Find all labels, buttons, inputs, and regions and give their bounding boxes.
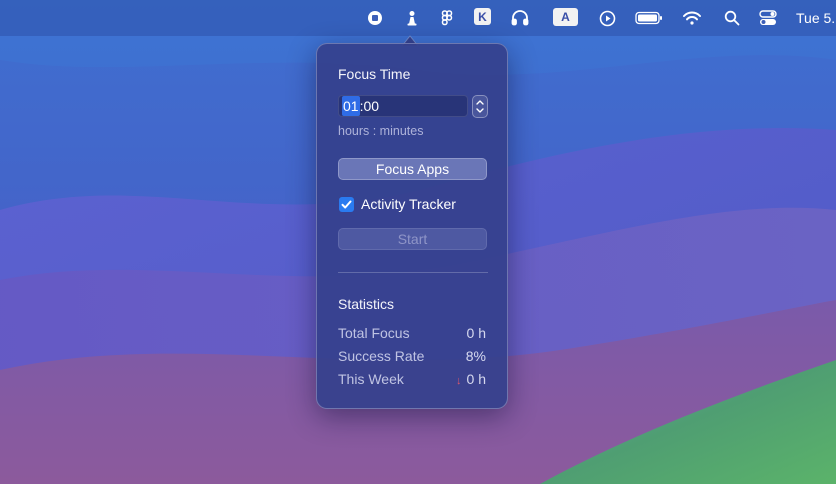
checkmark-icon: [341, 200, 352, 209]
stepper-up-icon[interactable]: [476, 100, 484, 105]
activity-tracker-checkbox[interactable]: [339, 197, 354, 212]
stat-label-success-rate: Success Rate: [338, 348, 425, 364]
time-hours-value[interactable]: 01: [342, 96, 360, 116]
stat-value-this-week: 0 h: [466, 371, 486, 387]
headphones-icon[interactable]: [510, 8, 530, 28]
focus-time-input[interactable]: 01:00: [338, 95, 468, 117]
trend-down-icon: ↓: [456, 375, 462, 387]
stepper-down-icon[interactable]: [476, 108, 484, 113]
stat-value-this-week-container: ↓ 0 h: [456, 371, 486, 387]
wifi-icon[interactable]: [682, 8, 702, 28]
battery-icon[interactable]: [635, 8, 663, 28]
time-stepper[interactable]: [472, 95, 488, 118]
start-button[interactable]: Start: [338, 228, 487, 250]
stat-value-total-focus: 0 h: [466, 325, 486, 341]
focus-time-title: Focus Time: [338, 66, 411, 82]
desktop: K A Tue 5. Focus Time 01:00 hours: minu…: [0, 0, 836, 484]
focus-apps-button[interactable]: Focus Apps: [338, 158, 487, 180]
figma-icon[interactable]: [437, 8, 457, 28]
time-minutes-value[interactable]: 00: [363, 98, 379, 114]
menu-bar: K A Tue 5.: [0, 0, 836, 36]
control-center-icon[interactable]: [758, 8, 778, 28]
focus-time-popover: Focus Time 01:00 hours : minutes Focus A…: [316, 43, 508, 409]
menu-bar-clock[interactable]: Tue 5.: [796, 10, 835, 26]
a-icon[interactable]: A: [553, 8, 578, 26]
stat-label-total-focus: Total Focus: [338, 325, 410, 341]
stat-label-this-week: This Week: [338, 371, 404, 387]
k-icon[interactable]: K: [474, 8, 491, 25]
time-format-hint: hours : minutes: [338, 124, 424, 138]
activity-tracker-label[interactable]: Activity Tracker: [361, 196, 456, 212]
stat-value-success-rate: 8%: [465, 348, 486, 364]
statistics-title: Statistics: [338, 296, 395, 312]
divider: [338, 272, 488, 273]
record-icon[interactable]: [365, 8, 385, 28]
search-icon[interactable]: [722, 8, 742, 28]
pawn-icon[interactable]: [402, 8, 422, 28]
play-icon[interactable]: [597, 8, 617, 28]
